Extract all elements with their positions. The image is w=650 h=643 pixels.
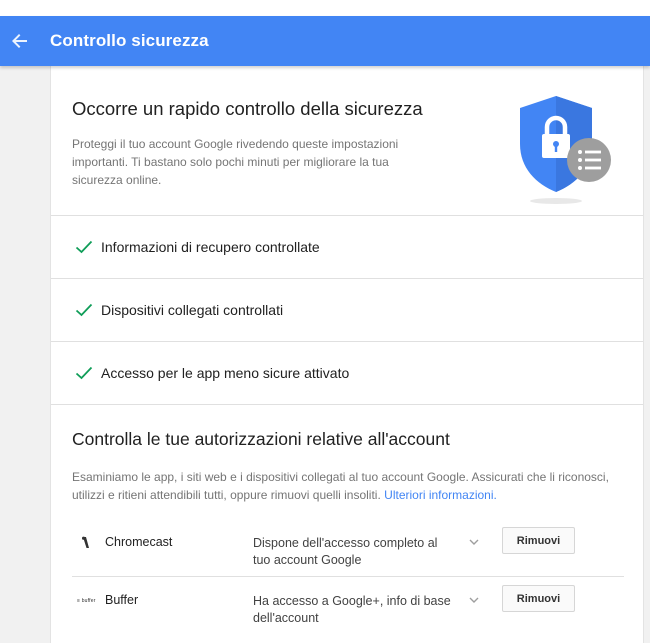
remove-button[interactable]: Rimuovi	[502, 527, 575, 554]
permissions-section: Controlla le tue autorizzazioni relative…	[51, 405, 643, 635]
permissions-description: Esaminiamo le app, i siti web e i dispos…	[72, 470, 609, 502]
check-row-recovery: Informazioni di recupero controllate	[51, 216, 643, 279]
check-label: Dispositivi collegati controllati	[101, 302, 284, 318]
check-icon	[75, 303, 93, 317]
check-label: Accesso per le app meno sicure attivato	[101, 365, 350, 381]
shield-lock-icon	[520, 96, 611, 204]
intro-section: Occorre un rapido controllo della sicure…	[51, 66, 643, 216]
learn-more-link[interactable]: Ulteriori informazioni.	[384, 488, 497, 502]
check-icon	[75, 366, 93, 380]
page-title: Controllo sicurezza	[50, 31, 209, 50]
check-icon	[75, 240, 93, 254]
check-row-less-secure-apps: Accesso per le app meno sicure attivato	[51, 342, 643, 405]
chevron-down-icon[interactable]	[467, 593, 481, 607]
check-row-devices: Dispositivi collegati controllati	[51, 279, 643, 342]
app-row-chromecast: Chromecast Dispone dell'accesso completo…	[72, 527, 624, 577]
top-strip	[0, 0, 650, 16]
remove-button[interactable]: Rimuovi	[502, 585, 575, 612]
app-access-description: Dispone dell'accesso completo al tuo acc…	[253, 536, 438, 567]
app-name: Chromecast	[105, 535, 173, 549]
security-checkup-card: Occorre un rapido controllo della sicure…	[50, 66, 644, 643]
intro-text: Proteggi il tuo account Google rivedendo…	[72, 137, 399, 187]
app-bar: Controllo sicurezza	[0, 16, 650, 66]
permissions-text: Esaminiamo le app, i siti web e i dispos…	[72, 468, 612, 504]
app-name: Buffer	[105, 593, 139, 607]
check-label: Informazioni di recupero controllate	[101, 239, 320, 255]
back-button[interactable]	[8, 29, 32, 53]
buffer-logo: ≡ buffer	[77, 598, 96, 604]
arrow-back-icon	[12, 34, 27, 48]
app-access-description: Ha accesso a Google+, info di base dell'…	[253, 594, 451, 625]
chevron-down-icon[interactable]	[467, 535, 481, 549]
app-row-buffer: ≡ buffer Buffer Ha accesso a Google+, in…	[72, 585, 624, 635]
permissions-title: Controlla le tue autorizzazioni relative…	[72, 429, 450, 449]
chromecast-icon	[82, 536, 89, 548]
intro-title: Occorre un rapido controllo della sicure…	[72, 98, 423, 119]
